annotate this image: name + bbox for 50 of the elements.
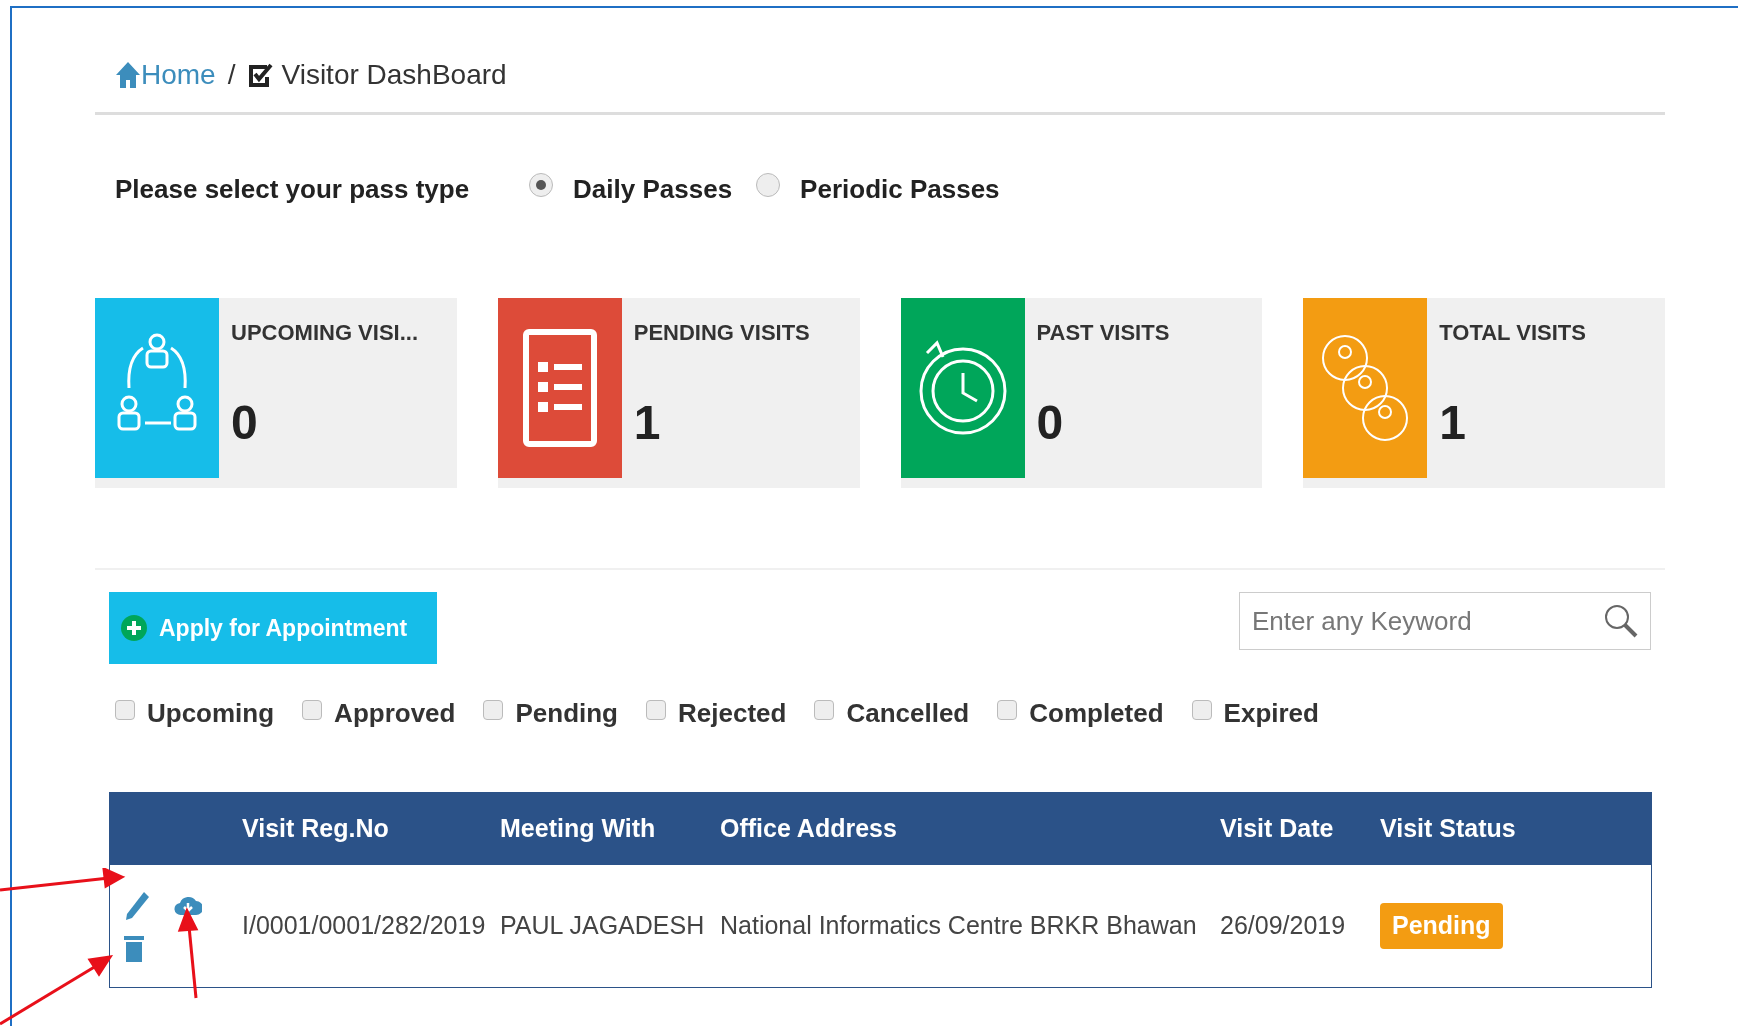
cloud-download-icon[interactable]	[174, 895, 202, 917]
card-title: UPCOMING VISI...	[231, 319, 419, 347]
checklist-icon	[521, 328, 598, 448]
trash-icon[interactable]	[124, 934, 144, 962]
pencil-icon[interactable]	[124, 890, 150, 922]
filter-label: Cancelled	[846, 697, 970, 730]
column-header: Visit Date	[1220, 813, 1335, 845]
filter-label: Approved	[334, 697, 456, 730]
filter-label: Pending	[515, 697, 618, 730]
status-badge: Pending	[1380, 903, 1503, 949]
radio-label: Daily Passes	[573, 172, 733, 206]
card-value: 1	[633, 395, 662, 451]
pass-type-label: Please select your pass type	[115, 172, 470, 206]
radio-button[interactable]	[529, 173, 554, 197]
filter-checkbox[interactable]	[302, 699, 323, 720]
table-cell-text: PAUL JAGADESH	[500, 910, 706, 942]
card-value: 0	[231, 395, 259, 451]
filter-checkbox[interactable]	[646, 699, 666, 720]
filter-checkbox[interactable]	[1191, 699, 1212, 720]
column-header: Visit Reg.No	[242, 813, 390, 845]
table-cell-text: I/0001/0001/282/2019	[242, 910, 487, 942]
card-value: 0	[1036, 395, 1065, 451]
breadcrumb-current: Visitor DashBoard	[281, 58, 507, 92]
home-link[interactable]: Home	[115, 54, 216, 96]
table-cell-text: 26/09/2019	[1220, 910, 1347, 942]
column-header: Meeting With	[500, 813, 657, 845]
filter-checkbox[interactable]	[814, 699, 835, 720]
radio-label: Periodic Passes	[800, 172, 1000, 206]
breadcrumb-separator: /	[227, 58, 236, 92]
card-title: PENDING VISITS	[633, 319, 810, 347]
table-cell-text: National Informatics Centre BRKR Bhawan	[720, 910, 1198, 942]
filter-label: Upcoming	[147, 697, 275, 730]
filter-label: Expired	[1223, 697, 1319, 730]
apply-appointment-button[interactable]: Apply for Appointment	[109, 592, 437, 664]
search-field[interactable]: Enter any Keyword	[1239, 592, 1651, 650]
card-value: 1	[1439, 395, 1467, 451]
checkbox-tick-icon	[247, 61, 274, 89]
column-header: Visit Status	[1380, 813, 1517, 845]
filter-label: Completed	[1029, 697, 1164, 730]
plus-circle-icon	[121, 615, 147, 641]
filter-checkbox[interactable]	[115, 699, 135, 720]
filter-checkbox[interactable]	[483, 699, 504, 720]
filter-checkbox[interactable]	[997, 699, 1018, 720]
card-title: PAST VISITS	[1036, 319, 1170, 347]
card-title: TOTAL VISITS	[1439, 319, 1586, 347]
search-icon	[1603, 603, 1639, 639]
home-icon	[115, 61, 141, 89]
radio-button[interactable]	[756, 173, 781, 197]
filter-label: Rejected	[678, 697, 787, 730]
column-header: Office Address	[720, 813, 898, 845]
